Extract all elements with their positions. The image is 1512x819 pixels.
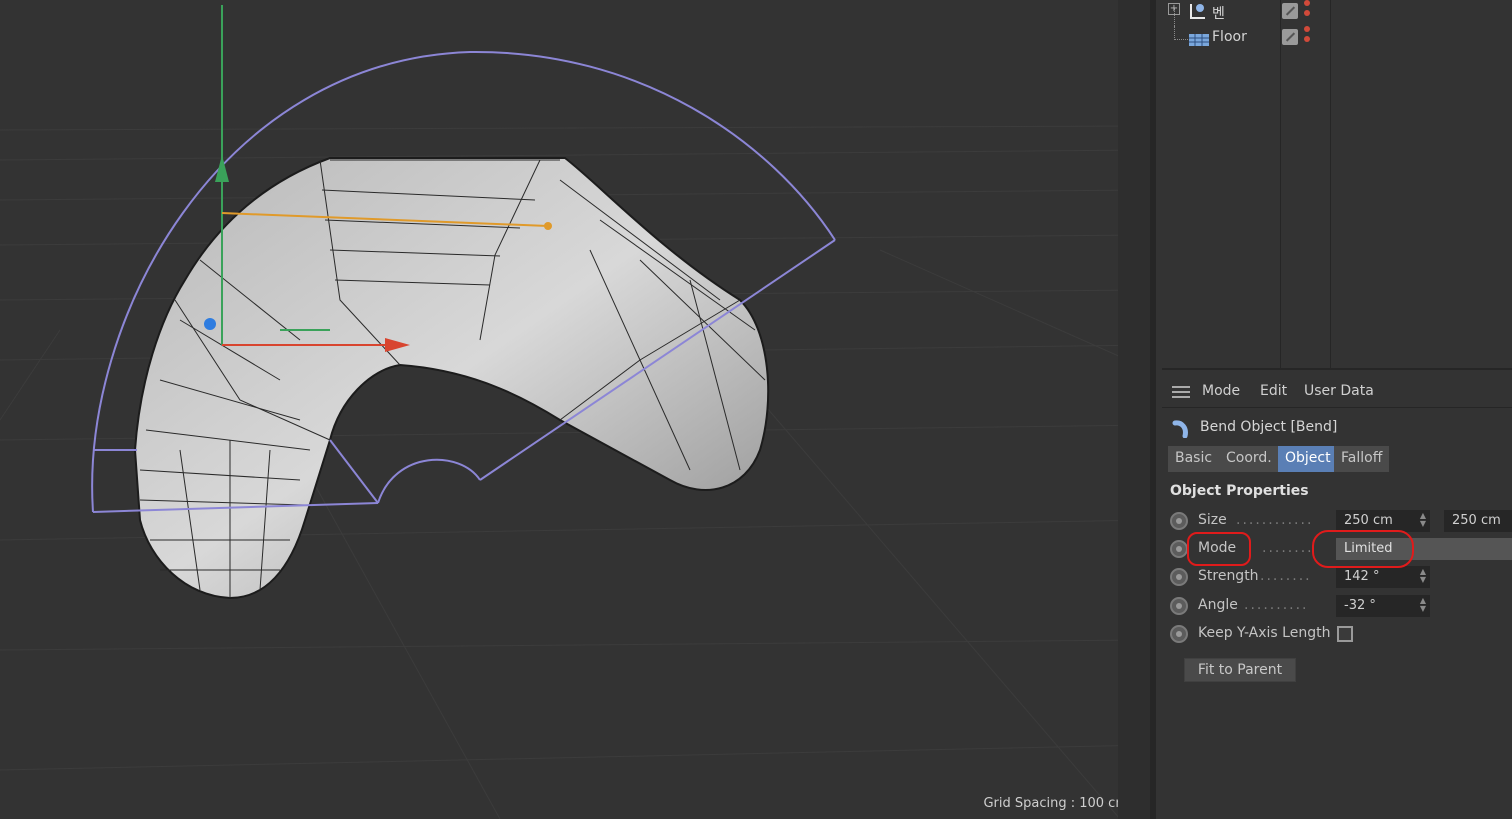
animate-radio-icon[interactable] <box>1170 568 1188 586</box>
animate-radio-icon[interactable] <box>1170 625 1188 643</box>
mode-value: Limited <box>1344 541 1393 556</box>
visibility-edit-icon[interactable] <box>1282 3 1298 19</box>
object-title: Bend Object [Bend] <box>1200 419 1338 435</box>
visibility-edit-icon[interactable] <box>1282 29 1298 45</box>
animate-radio-icon[interactable] <box>1170 512 1188 530</box>
prop-angle-label: Angle <box>1198 597 1238 613</box>
mode-dropdown[interactable]: Limited <box>1336 538 1512 560</box>
tree-connector <box>1174 26 1175 40</box>
tab-coord[interactable]: Coord. <box>1219 446 1279 472</box>
viewport-scene <box>0 5 1150 819</box>
om-row-floor[interactable]: Floor <box>1162 26 1512 52</box>
spinner-icon[interactable]: ▲ ▼ <box>1420 512 1426 528</box>
label-leader-dots: ........ <box>1262 540 1314 556</box>
3d-viewport[interactable]: Grid Spacing : 100 cm <box>0 0 1150 819</box>
attribute-menubar: Mode Edit User Data <box>1162 372 1512 408</box>
size-x-value: 250 cm <box>1344 513 1393 528</box>
prop-size: Size ............ 250 cm ▲ ▼ 250 cm <box>1162 509 1512 533</box>
object-manager: + 벤 Floor <box>1162 0 1512 370</box>
prop-mode-label: Mode <box>1198 540 1237 556</box>
section-title: Object Properties <box>1170 483 1309 499</box>
om-column-divider <box>1280 0 1281 370</box>
grid-spacing-label: Grid Spacing : 100 cm <box>983 796 1128 811</box>
floor-icon <box>1189 34 1209 46</box>
strength-value: 142 ° <box>1344 569 1380 584</box>
visibility-dots-icon[interactable] <box>1304 0 1310 20</box>
tree-branch <box>1174 39 1188 40</box>
angle-field[interactable]: -32 ° ▲ ▼ <box>1336 595 1430 617</box>
prop-angle: Angle .......... -32 ° ▲ ▼ <box>1162 594 1512 618</box>
prop-keep-y-axis: Keep Y-Axis Length <box>1162 622 1512 646</box>
label-leader-dots: .......... <box>1244 597 1309 613</box>
prop-size-label: Size <box>1198 512 1227 528</box>
menu-mode[interactable]: Mode <box>1202 383 1240 399</box>
spinner-icon[interactable]: ▲ ▼ <box>1420 568 1426 584</box>
size-x-field[interactable]: 250 cm ▲ ▼ <box>1336 510 1430 532</box>
spinner-icon[interactable]: ▲ ▼ <box>1420 597 1426 613</box>
prop-strength-label: Strength <box>1198 568 1259 584</box>
size-y-value: 250 cm <box>1452 513 1501 528</box>
om-object-name[interactable]: 벤 <box>1212 3 1225 23</box>
om-column-divider <box>1330 0 1331 370</box>
tab-object[interactable]: Object <box>1278 446 1338 472</box>
animate-radio-icon[interactable] <box>1170 597 1188 615</box>
label-leader-dots: ............ <box>1236 512 1314 528</box>
attribute-manager: Mode Edit User Data Bend Object [Bend] B… <box>1162 372 1512 819</box>
om-row-bend[interactable]: + 벤 <box>1162 0 1512 34</box>
visibility-dots-icon[interactable] <box>1304 26 1310 46</box>
prop-strength: Strength ........ 142 ° ▲ ▼ <box>1162 565 1512 589</box>
viewport-scrollbar-gutter <box>1118 0 1150 819</box>
menu-user-data[interactable]: User Data <box>1304 383 1374 399</box>
collapse-icon[interactable]: + <box>1168 3 1180 15</box>
strength-field[interactable]: 142 ° ▲ ▼ <box>1336 566 1430 588</box>
size-y-field[interactable]: 250 cm <box>1444 510 1512 532</box>
animate-radio-icon[interactable] <box>1170 540 1188 558</box>
fit-to-parent-button[interactable]: Fit to Parent <box>1184 658 1296 682</box>
label-leader-dots: ........ <box>1260 568 1312 584</box>
keep-y-checkbox[interactable] <box>1337 626 1353 642</box>
prop-keep-y-label: Keep Y-Axis Length <box>1198 625 1331 641</box>
prop-mode: Mode ........ Limited <box>1162 537 1512 561</box>
menu-edit[interactable]: Edit <box>1260 383 1287 399</box>
right-panel: + 벤 Floor Mode Edit User Data Bend Objec… <box>1150 0 1512 819</box>
tab-falloff[interactable]: Falloff <box>1334 446 1390 472</box>
angle-value: -32 ° <box>1344 598 1376 613</box>
hamburger-menu-icon[interactable] <box>1172 386 1190 398</box>
bend-object-icon <box>1172 420 1188 438</box>
object-title-row: Bend Object [Bend] <box>1162 414 1512 442</box>
om-object-name[interactable]: Floor <box>1212 29 1247 45</box>
tab-basic[interactable]: Basic <box>1168 446 1220 472</box>
bend-deformer-icon <box>1190 4 1205 19</box>
